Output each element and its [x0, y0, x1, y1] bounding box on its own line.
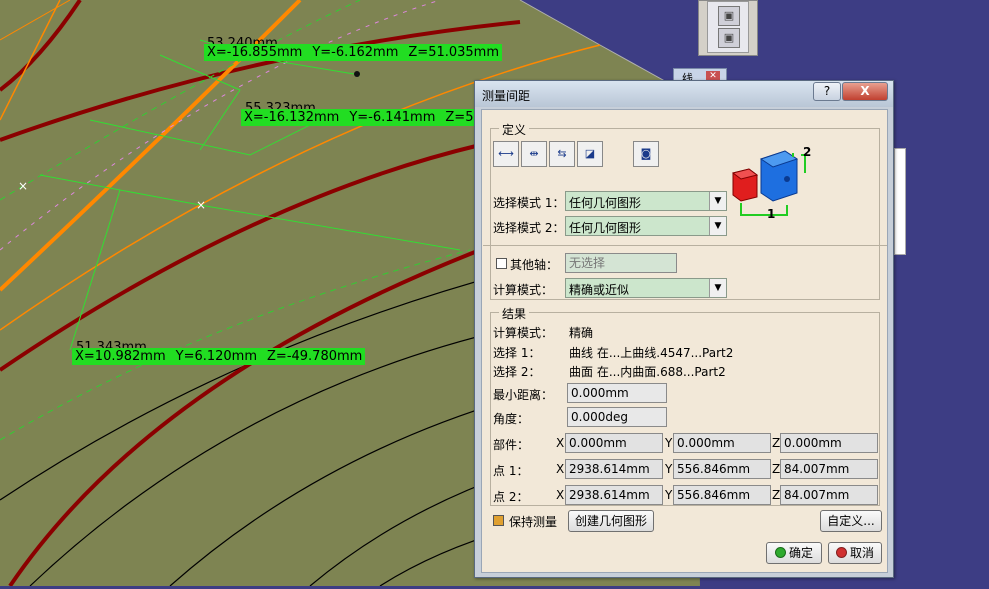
selection2-label: 选择 2：	[493, 365, 541, 379]
cancel-label: 取消	[849, 546, 874, 560]
component-y-field[interactable]: 0.000mm	[673, 433, 771, 453]
background-panel-edge	[894, 148, 906, 255]
axis-label-2: 2	[803, 145, 812, 159]
axis-x-label: X	[556, 462, 565, 476]
calc-mode-value: 精确或近似	[569, 283, 630, 297]
min-distance-label: 最小距离：	[493, 388, 554, 402]
measure-coords-2: X=-16.132mm Y=-6.141mm Z=52	[241, 109, 485, 126]
divider	[483, 245, 887, 246]
measure-inertia-icon[interactable]: ◙	[633, 141, 659, 167]
mode2-select[interactable]: 任何几何图形 ▼	[565, 216, 727, 236]
calc-mode-select[interactable]: 精确或近似 ▼	[565, 278, 727, 298]
selection1-value: 曲线 在...上曲线.4547...Part2	[569, 346, 734, 360]
dialog-title: 测量间距	[482, 89, 531, 103]
point2-label: 点 2：	[493, 490, 529, 504]
cancel-button[interactable]: 取消	[828, 542, 882, 564]
toolbar-tool-icon[interactable]: ▣	[718, 6, 740, 26]
measure-fan-icon[interactable]: ⇆	[549, 141, 575, 167]
coord-z: Z=51.035mm	[408, 45, 500, 60]
mode1-label: 选择模式 1：	[493, 196, 565, 210]
result-calc-mode-label: 计算模式：	[493, 326, 554, 340]
measure-item-icon[interactable]: ◪	[577, 141, 603, 167]
point2-x-field[interactable]: 2938.614mm	[565, 485, 663, 505]
cancel-icon	[835, 547, 847, 558]
ok-label: 确定	[788, 546, 813, 560]
measure-coords-1: X=-16.855mm Y=-6.162mm Z=51.035mm	[204, 44, 503, 61]
angle-field[interactable]: 0.000deg	[567, 407, 667, 427]
dialog-client: 定义 ⟷ ⇹ ⇆ ◪ ◙ 2 1 选择模式 1： 任何几何图形 ▼ 选择模式 2…	[481, 109, 888, 573]
result-calc-mode-value: 精确	[569, 326, 594, 340]
keep-measure-label: 保持测量	[509, 515, 558, 529]
coord-x: X=10.982mm	[75, 349, 166, 364]
coord-y: Y=-6.141mm	[349, 110, 436, 125]
measure-coords-3: X=10.982mm Y=6.120mm Z=-49.780mm	[72, 348, 366, 365]
close-button[interactable]: X	[842, 82, 888, 101]
measure-chain-icon[interactable]: ⇹	[521, 141, 547, 167]
dialog-titlebar[interactable]: 测量间距 ? X	[475, 81, 893, 107]
other-axis-checkbox[interactable]	[496, 258, 507, 269]
coord-z: Z=-49.780mm	[267, 349, 363, 364]
point2-y-field[interactable]: 556.846mm	[673, 485, 771, 505]
chevron-down-icon[interactable]: ▼	[709, 192, 726, 210]
mode2-label: 选择模式 2：	[493, 221, 565, 235]
mode2-value: 任何几何图形	[569, 221, 642, 235]
chevron-down-icon[interactable]: ▼	[709, 279, 726, 297]
definition-group-title: 定义	[499, 121, 530, 138]
background-toolbar: ▣ ▣	[698, 0, 758, 56]
axis-y-label: Y	[665, 462, 673, 476]
axis-label-1: 1	[767, 207, 776, 221]
axis-x-label: X	[556, 436, 565, 450]
measure-between-icon[interactable]: ⟷	[493, 141, 519, 167]
point1-z-field[interactable]: 84.007mm	[780, 459, 878, 479]
svg-text:×: ×	[18, 179, 28, 193]
point2-z-field[interactable]: 84.007mm	[780, 485, 878, 505]
definition-group: 定义 ⟷ ⇹ ⇆ ◪ ◙ 2 1 选择模式 1： 任何几何图形 ▼ 选择模式 2…	[483, 121, 887, 300]
axis-z-label: Z	[772, 462, 781, 476]
calc-mode-label: 计算模式：	[493, 283, 554, 297]
other-axis-label: 其他轴：	[510, 258, 559, 272]
svg-text:×: ×	[196, 198, 206, 212]
other-axis-field[interactable]: 无选择	[565, 253, 677, 273]
min-distance-field[interactable]: 0.000mm	[567, 383, 667, 403]
component-x-field[interactable]: 0.000mm	[565, 433, 663, 453]
axis-y-label: Y	[665, 436, 673, 450]
keep-measure-checkbox[interactable]	[493, 515, 504, 526]
component-z-field[interactable]: 0.000mm	[780, 433, 878, 453]
coord-x: X=-16.855mm	[207, 45, 303, 60]
point1-y-field[interactable]: 556.846mm	[673, 459, 771, 479]
ok-button[interactable]: 确定	[766, 542, 822, 564]
toolbar-panel: ▣ ▣	[707, 1, 749, 53]
create-geometry-button[interactable]: 创建几何图形	[568, 510, 654, 532]
mode1-value: 任何几何图形	[569, 196, 642, 210]
toolbar-tool-icon[interactable]: ▣	[718, 28, 740, 48]
chevron-down-icon[interactable]: ▼	[709, 217, 726, 235]
mode1-select[interactable]: 任何几何图形 ▼	[565, 191, 727, 211]
axis-x-label: X	[556, 488, 565, 502]
coord-y: Y=-6.162mm	[312, 45, 399, 60]
selection2-value: 曲面 在...内曲面.688...Part2	[569, 365, 726, 379]
coord-y: Y=6.120mm	[175, 349, 258, 364]
point1-x-field[interactable]: 2938.614mm	[565, 459, 663, 479]
results-group-title: 结果	[499, 305, 530, 322]
ok-icon	[774, 547, 786, 558]
axis-y-label: Y	[665, 488, 673, 502]
selection1-label: 选择 1：	[493, 346, 541, 360]
customize-button[interactable]: 自定义...	[820, 510, 882, 532]
measure-between-dialog: 测量间距 ? X 定义 ⟷ ⇹ ⇆ ◪ ◙ 2 1 选择模式 1： 任何几何图形…	[474, 80, 894, 578]
angle-label: 角度：	[493, 412, 530, 426]
point1-label: 点 1：	[493, 464, 529, 478]
component-label: 部件：	[493, 438, 530, 452]
axis-z-label: Z	[772, 436, 781, 450]
axis-z-label: Z	[772, 488, 781, 502]
coord-x: X=-16.132mm	[244, 110, 340, 125]
results-group: 结果 计算模式： 精确 选择 1： 曲线 在...上曲线.4547...Part…	[490, 305, 880, 506]
help-button[interactable]: ?	[813, 82, 841, 101]
